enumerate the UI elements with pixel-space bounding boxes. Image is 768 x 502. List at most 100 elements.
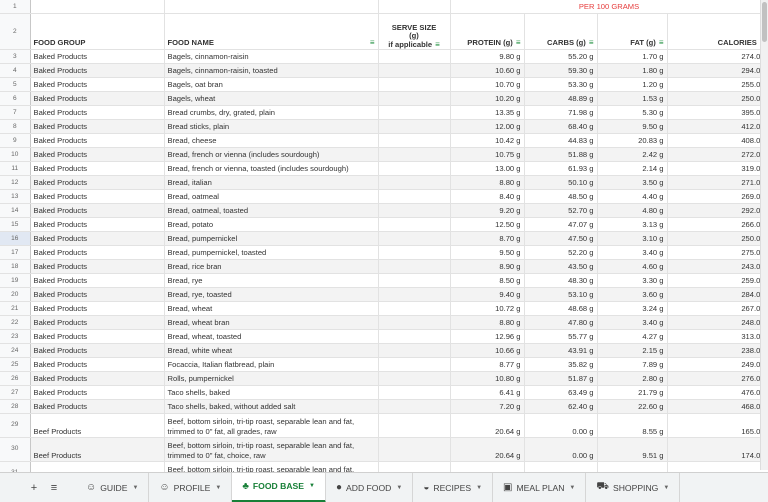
cell-food-name[interactable]: Rolls, pumpernickel [164, 371, 379, 386]
cell-serve-size[interactable] [378, 161, 451, 176]
cell-carbs[interactable]: 52.20 g [524, 245, 598, 260]
cell-protein[interactable]: 10.42 g [450, 133, 525, 148]
cell-fat[interactable]: 1.70 g [597, 49, 668, 64]
row-number[interactable]: 8 [0, 119, 31, 134]
cell-carbs[interactable]: 53.30 g [524, 77, 598, 92]
cell-carbs[interactable]: 50.10 g [524, 175, 598, 190]
cell-fat[interactable]: 1.80 g [597, 63, 668, 78]
table-row[interactable]: 21 Baked Products Bread, wheat 10.72 g 48.68… [0, 301, 768, 316]
cell-food-name[interactable]: Bread crumbs, dry, grated, plain [164, 105, 379, 120]
cell-food-group[interactable]: Baked Products [30, 203, 165, 218]
tab-recipes[interactable]: ◒ RECIPES ▼ [413, 472, 494, 502]
cell-calories[interactable]: 412.00 [667, 119, 768, 134]
table-row[interactable]: 10 Baked Products Bread, french or vienna … [0, 147, 768, 162]
cell-food-name[interactable]: Bagels, wheat [164, 91, 379, 106]
cell-fat[interactable]: 5.30 g [597, 105, 668, 120]
cell-serve-size[interactable] [378, 77, 451, 92]
cell-food-name[interactable]: Focaccia, Italian flatbread, plain [164, 357, 379, 372]
cell-food-name[interactable]: Bread, french or vienna, toasted (includ… [164, 161, 379, 176]
cell-protein[interactable]: 8.77 g [450, 357, 525, 372]
header-serve-size[interactable]: SERVE SIZE (g) if applicable ≡ [378, 13, 451, 50]
table-row[interactable]: 26 Baked Products Rolls, pumpernickel 10.80… [0, 371, 768, 386]
row-number[interactable]: 5 [0, 77, 31, 92]
cell-food-name[interactable]: Bread, rice bran [164, 259, 379, 274]
cell-food-group[interactable]: Baked Products [30, 77, 165, 92]
cell-carbs[interactable]: 0.00 g [524, 413, 598, 438]
cell-serve-size[interactable] [378, 49, 451, 64]
cell-carbs[interactable]: 44.83 g [524, 133, 598, 148]
cell-calories[interactable]: 250.00 [667, 231, 768, 246]
cell-food-name[interactable]: Bread, potato [164, 217, 379, 232]
cell-carbs[interactable]: 63.49 g [524, 385, 598, 400]
tab-add-food[interactable]: ● ADD FOOD ▼ [326, 472, 414, 502]
cell-fat[interactable]: 7.89 g [597, 357, 668, 372]
cell-food-name[interactable]: Bread, white wheat [164, 343, 379, 358]
cell-protein[interactable]: 10.75 g [450, 147, 525, 162]
cell-food-group[interactable]: Beef Products [30, 413, 165, 438]
cell-calories[interactable]: 294.00 [667, 63, 768, 78]
cell-calories[interactable]: 267.00 [667, 301, 768, 316]
cell-serve-size[interactable] [378, 273, 451, 288]
cell-serve-size[interactable] [378, 287, 451, 302]
cell-calories[interactable]: 468.00 [667, 399, 768, 414]
cell-fat[interactable]: 3.13 g [597, 217, 668, 232]
cell-calories[interactable]: 276.00 [667, 371, 768, 386]
cell-protein[interactable]: 8.80 g [450, 315, 525, 330]
cell-fat[interactable]: 9.50 g [597, 119, 668, 134]
cell-food-name[interactable]: Bread, wheat [164, 301, 379, 316]
table-row[interactable]: 13 Baked Products Bread, oatmeal 8.40 g 48.5… [0, 189, 768, 204]
cell-calories[interactable]: 250.00 [667, 91, 768, 106]
cell-carbs[interactable]: 51.88 g [524, 147, 598, 162]
row-number[interactable]: 26 [0, 371, 31, 386]
cell-protein[interactable]: 9.40 g [450, 287, 525, 302]
cell-food-name[interactable]: Bread, rye [164, 273, 379, 288]
table-row[interactable]: 24 Baked Products Bread, white wheat 10.66 … [0, 343, 768, 358]
cell-food-group[interactable]: Baked Products [30, 231, 165, 246]
row-number[interactable]: 3 [0, 49, 31, 64]
cell-food-group[interactable]: Baked Products [30, 147, 165, 162]
cell-food-name[interactable]: Taco shells, baked [164, 385, 379, 400]
cell-protein[interactable]: 8.50 g [450, 273, 525, 288]
chevron-down-icon[interactable]: ▼ [663, 485, 669, 491]
table-row[interactable]: 28 Baked Products Taco shells, baked, with… [0, 399, 768, 414]
filter-icon[interactable]: ≡ [435, 40, 440, 49]
tab-shopping[interactable]: ⛟ SHOPPING ▼ [586, 472, 681, 502]
cell-food-name[interactable]: Bread, wheat, toasted [164, 329, 379, 344]
cell[interactable] [164, 0, 379, 14]
cell-carbs[interactable]: 47.50 g [524, 231, 598, 246]
cell-food-group[interactable]: Baked Products [30, 259, 165, 274]
cell-serve-size[interactable] [378, 217, 451, 232]
cell-fat[interactable]: 9.51 g [597, 437, 668, 462]
cell-carbs[interactable]: 61.93 g [524, 161, 598, 176]
cell-protein[interactable]: 12.96 g [450, 329, 525, 344]
cell-carbs[interactable]: 48.68 g [524, 301, 598, 316]
row-number[interactable]: 2 [0, 13, 31, 50]
cell-protein[interactable]: 20.64 g [450, 413, 525, 438]
row-number[interactable]: 16 [0, 231, 31, 246]
header-protein[interactable]: PROTEIN (g) ≡ [450, 13, 525, 50]
row-number[interactable]: 23 [0, 329, 31, 344]
tab-profile[interactable]: ☺ PROFILE ▼ [149, 472, 233, 502]
cell-calories[interactable]: 476.00 [667, 385, 768, 400]
cell-food-name[interactable]: Bread, cheese [164, 133, 379, 148]
table-row[interactable]: 15 Baked Products Bread, potato 12.50 g 47.0… [0, 217, 768, 232]
cell-serve-size[interactable] [378, 133, 451, 148]
cell-calories[interactable]: 408.00 [667, 133, 768, 148]
cell-carbs[interactable]: 47.80 g [524, 315, 598, 330]
row-number[interactable]: 9 [0, 133, 31, 148]
cell-food-name[interactable]: Bread, french or vienna (includes sourdo… [164, 147, 379, 162]
cell-calories[interactable]: 313.00 [667, 329, 768, 344]
cell-food-group[interactable]: Baked Products [30, 49, 165, 64]
row-number[interactable]: 15 [0, 217, 31, 232]
table-row[interactable]: 8 Baked Products Bread sticks, plain 12.00 … [0, 119, 768, 134]
vertical-scrollbar[interactable] [760, 0, 768, 470]
cell-carbs[interactable]: 53.10 g [524, 287, 598, 302]
cell-calories[interactable]: 238.00 [667, 343, 768, 358]
cell-calories[interactable]: 266.00 [667, 217, 768, 232]
cell-food-group[interactable]: Baked Products [30, 301, 165, 316]
cell-food-group[interactable]: Baked Products [30, 91, 165, 106]
cell-serve-size[interactable] [378, 357, 451, 372]
cell-protein[interactable]: 8.40 g [450, 189, 525, 204]
cell-food-group[interactable]: Baked Products [30, 161, 165, 176]
cell-food-name[interactable]: Bagels, cinnamon-raisin, toasted [164, 63, 379, 78]
